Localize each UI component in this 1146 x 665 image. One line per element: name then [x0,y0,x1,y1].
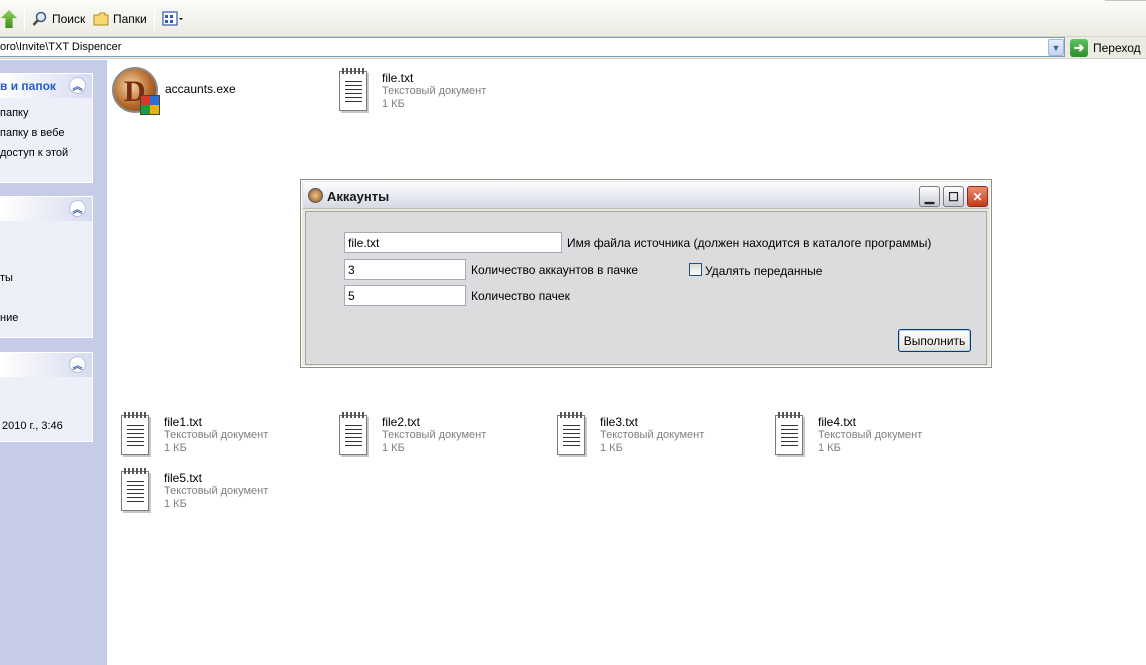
dialog-body: file.txt Имя файла источника (должен нах… [305,211,987,365]
file-name: file4.txt [818,415,857,429]
dialog-titlebar[interactable]: Аккаунты ▁ ☐ ✕ [303,182,989,209]
file-item[interactable]: file4.txt Текстовый документ 1 КБ [772,412,922,458]
up-folder-button[interactable] [0,9,18,29]
close-button[interactable]: ✕ [967,186,988,207]
file-size: 1 КБ [164,498,187,510]
file-name: file1.txt [164,415,203,429]
packs-count-input[interactable]: 5 [344,285,466,306]
up-arrow-icon [0,10,18,28]
folders-button[interactable]: Папки [93,9,147,29]
panel-title[interactable]: ︽ [0,197,92,221]
go-arrow-icon: ➜ [1070,39,1088,57]
file-item[interactable]: file5.txt Текстовый документ 1 КБ [118,468,268,514]
source-file-input[interactable]: file.txt [344,232,562,253]
search-label: Поиск [52,12,86,26]
file-size: 1 КБ [818,442,841,454]
file-name: file5.txt [164,471,203,485]
text-file-icon [118,412,154,458]
accounts-dialog: Аккаунты ▁ ☐ ✕ file.txt Имя файла источн… [300,179,992,368]
file-type: Текстовый документ [818,429,923,441]
text-file-icon [554,412,590,458]
file-item[interactable]: file3.txt Текстовый документ 1 КБ [554,412,704,458]
file-type: Текстовый документ [600,429,705,441]
text-file-icon [118,468,154,514]
text-file-icon [772,412,808,458]
file-type: Текстовый документ [382,85,487,97]
view-icon [162,11,183,26]
file-name: file3.txt [600,415,639,429]
chevron-up-icon[interactable]: ︽ [69,77,86,94]
chevron-down-icon: ▼ [1051,42,1061,53]
file-tasks-panel: в и папок ︽ папку папку в вебе доступ к … [0,73,93,183]
explorer-toolbar: Поиск Папки [0,0,1146,37]
file-size: 1 КБ [600,442,623,454]
text-file-icon [336,68,372,114]
minimize-button[interactable]: ▁ [919,186,940,207]
task-pane: в и папок ︽ папку папку в вебе доступ к … [0,60,107,665]
details-date: 2010 г., 3:46 [2,420,63,432]
toolbar-separator [24,8,25,30]
maximize-icon: ☐ [948,189,959,204]
exe-app-icon: D [111,66,161,116]
minimize-icon: ▁ [924,189,935,204]
task-link[interactable]: папку [0,104,92,124]
panel-title[interactable]: в и папок ︽ [0,74,92,98]
file-type: Текстовый документ [164,429,269,441]
toolbar-edge [1105,0,1146,1]
details-panel: ︽ 2010 г., 3:46 [0,352,93,442]
place-link[interactable]: ние [0,309,92,329]
other-places-panel: ︽ ты ние [0,196,93,338]
delete-sent-label[interactable]: Удалять переданные [705,264,822,278]
file-size: 1 КБ [382,442,405,454]
views-button[interactable] [162,9,184,29]
task-link[interactable]: папку в вебе [0,124,92,144]
packs-count-label: Количество пачек [471,289,570,303]
exe-app-icon [308,188,323,203]
go-button[interactable]: ➜ Переход [1070,38,1141,58]
toolbar-separator [154,8,155,30]
folders-label: Папки [113,12,147,26]
chevron-up-icon[interactable]: ︽ [69,200,86,217]
address-path: oro\Invite\TXT Dispencer [0,41,122,53]
delete-sent-checkbox[interactable] [689,263,702,276]
address-bar: oro\Invite\TXT Dispencer ▼ ➜ Переход [0,37,1146,59]
file-type: Текстовый документ [382,429,487,441]
address-dropdown-button[interactable]: ▼ [1048,39,1064,56]
file-item[interactable]: file.txt Текстовый документ 1 КБ [336,68,486,114]
search-icon [32,11,47,26]
accounts-per-pack-label: Количество аккаунтов в пачке [471,263,639,277]
panel-title[interactable]: ︽ [0,353,92,377]
file-size: 1 КБ [164,442,187,454]
maximize-button[interactable]: ☐ [943,186,964,207]
accounts-per-pack-input[interactable]: 3 [344,259,466,280]
panel-title-text: в и папок [0,79,56,93]
file-item[interactable]: file1.txt Текстовый документ 1 КБ [118,412,268,458]
run-button[interactable]: Выполнить [898,329,971,352]
folders-icon [93,12,109,26]
task-link[interactable]: доступ к этой [0,144,92,164]
file-name: accaunts.exe [165,82,236,96]
go-label: Переход [1093,41,1141,55]
place-link[interactable]: ты [0,269,92,289]
dialog-title: Аккаунты [327,189,390,204]
close-icon: ✕ [972,189,983,204]
chevron-up-icon[interactable]: ︽ [69,356,86,373]
file-item[interactable]: file2.txt Текстовый документ 1 КБ [336,412,486,458]
file-type: Текстовый документ [164,485,269,497]
address-input[interactable]: oro\Invite\TXT Dispencer [0,37,1065,57]
file-name: file2.txt [382,415,421,429]
search-button[interactable]: Поиск [32,9,85,29]
file-item[interactable]: D accaunts.exe [111,66,236,116]
file-name: file.txt [382,71,414,85]
file-size: 1 КБ [382,98,405,110]
source-file-label: Имя файла источника (должен находится в … [567,236,932,250]
text-file-icon [336,412,372,458]
